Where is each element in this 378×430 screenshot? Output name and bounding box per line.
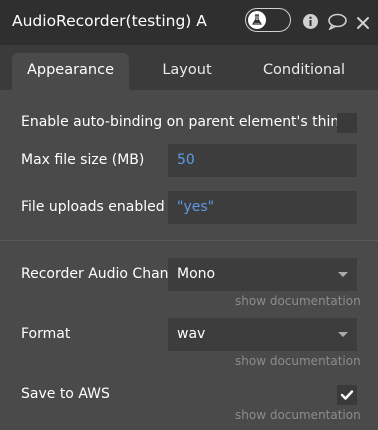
file-uploads-label: File uploads enabled <box>21 199 165 215</box>
format-label: Format <box>21 326 71 342</box>
auto-binding-label: Enable auto-binding on parent element's … <box>21 114 349 130</box>
tab-bar: Appearance Layout Conditional <box>0 45 378 90</box>
audio-channel-doc-link[interactable]: show documentation <box>235 294 361 308</box>
format-dropdown[interactable]: wav <box>168 318 357 351</box>
close-icon[interactable] <box>356 15 370 34</box>
tab-conditional[interactable]: Conditional <box>252 53 356 90</box>
test-mode-toggle[interactable] <box>245 8 291 32</box>
chevron-down-icon <box>338 272 348 277</box>
save-to-aws-label: Save to AWS <box>21 386 110 402</box>
info-icon[interactable] <box>302 13 319 34</box>
audio-channel-value: Mono <box>177 266 216 282</box>
flask-icon <box>248 10 266 29</box>
max-file-size-label: Max file size (MB) <box>21 152 145 168</box>
max-file-size-field[interactable]: 50 <box>168 144 357 177</box>
tab-appearance[interactable]: Appearance <box>12 53 129 90</box>
save-to-aws-checkbox[interactable] <box>337 385 357 405</box>
audio-channel-label: Recorder Audio Chan <box>21 266 169 282</box>
save-to-aws-doc-link[interactable]: show documentation <box>235 408 361 422</box>
section-divider <box>0 240 378 241</box>
audio-channel-dropdown[interactable]: Mono <box>168 258 357 291</box>
file-uploads-field[interactable]: "yes" <box>168 191 357 224</box>
element-title[interactable]: AudioRecorder(testing) A <box>12 12 240 30</box>
checkmark-icon <box>340 390 354 400</box>
tab-layout[interactable]: Layout <box>142 53 232 90</box>
format-value: wav <box>177 326 206 342</box>
format-doc-link[interactable]: show documentation <box>235 354 361 368</box>
chevron-down-icon <box>338 332 348 337</box>
panel-header: AudioRecorder(testing) A <box>0 0 378 45</box>
auto-binding-checkbox[interactable] <box>337 113 357 133</box>
comment-icon[interactable] <box>327 13 348 34</box>
